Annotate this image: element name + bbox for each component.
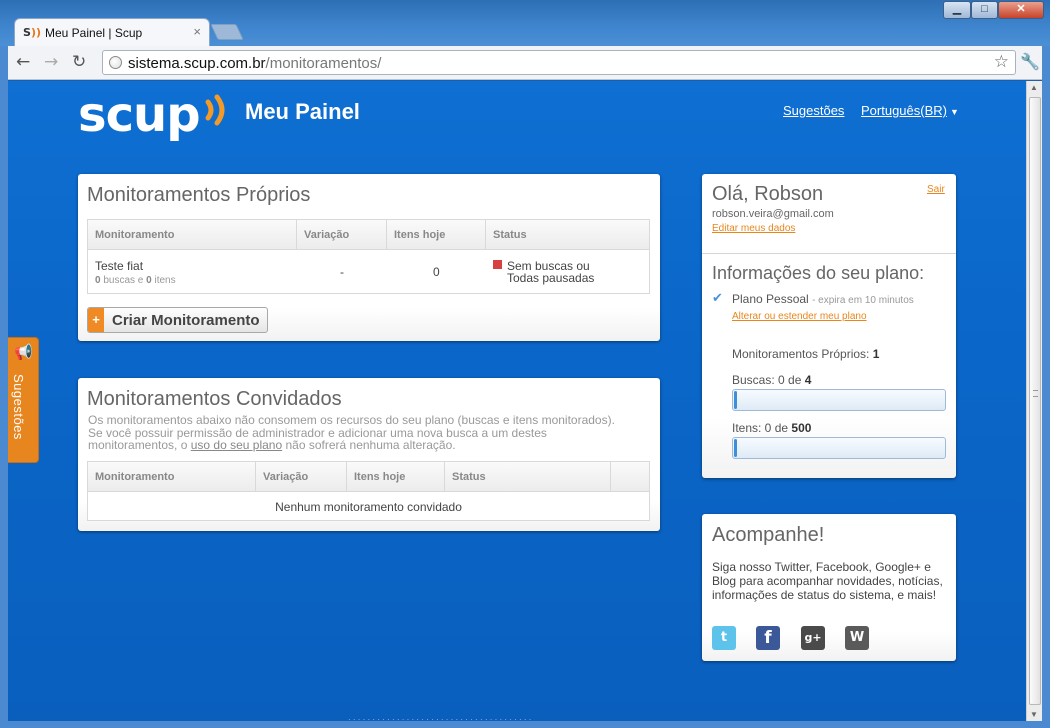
plus-icon: + [88, 308, 104, 332]
tab-close-icon[interactable]: × [193, 24, 201, 39]
caret-down-icon: ▼ [949, 107, 959, 117]
guest-monitorings-title: Monitoramentos Convidados [87, 388, 342, 410]
create-monitoring-button[interactable]: + Criar Monitoramento [87, 307, 268, 333]
searches-progress-fill [734, 391, 737, 409]
guest-monitorings-panel: Monitoramentos Convidados Os monitoramen… [78, 378, 660, 531]
back-arrow-icon[interactable]: ← [16, 52, 30, 72]
window-close-button[interactable]: ✕ [998, 1, 1044, 19]
page-viewport: scup Meu Painel Sugestões Português(BR) ▼… [8, 81, 1026, 721]
edit-profile-link[interactable]: Editar meus dados [712, 223, 795, 234]
own-monitorings-count: Monitoramentos Próprios: 1 [732, 347, 880, 361]
tab-title: Meu Painel | Scup [45, 26, 143, 40]
column-header-monitoramento[interactable]: Monitoramento [88, 462, 256, 492]
vertical-scrollbar[interactable]: ▲ ▼ [1026, 81, 1042, 721]
column-header-variacao[interactable]: Variação [297, 220, 387, 250]
logout-link[interactable]: Sair [927, 184, 945, 195]
plan-usage-link[interactable]: uso do seu plano [191, 438, 282, 452]
feedback-label: Sugestões [11, 374, 26, 440]
wordpress-icon[interactable]: W [845, 626, 869, 650]
forward-arrow-icon[interactable]: → [44, 52, 58, 72]
plan-info-title: Informações do seu plano: [712, 263, 925, 283]
table-header: Monitoramento Variação Itens hoje Status [88, 220, 649, 250]
bookmark-star-icon[interactable]: ☆ [994, 52, 1009, 72]
browser-titlebar: S)) Meu Painel | Scup × ▁ □ ✕ [0, 0, 1050, 46]
checkmark-icon: ✔ [712, 290, 723, 305]
page-title: Meu Painel [245, 99, 360, 124]
suggestions-link[interactable]: Sugestões [783, 103, 844, 118]
scroll-down-arrow-icon[interactable]: ▼ [1030, 710, 1038, 719]
scup-favicon-icon: S)) [23, 26, 41, 39]
monitoring-items-today: 0 [433, 265, 440, 279]
window-frame-right [1042, 46, 1050, 721]
scup-logo[interactable]: scup [78, 87, 201, 143]
language-selector[interactable]: Português(BR) ▼ [861, 103, 959, 118]
searches-progress-bar [732, 389, 946, 411]
column-header-itens-hoje[interactable]: Itens hoje [347, 462, 445, 492]
scup-waves-icon [205, 94, 225, 126]
globe-icon [109, 56, 122, 69]
window-frame-left [0, 46, 8, 721]
follow-description: Siga nosso Twitter, Facebook, Google+ e … [712, 560, 943, 602]
language-label: Português(BR) [861, 103, 947, 118]
account-panel: Olá, Robson robson.veira@gmail.com Edita… [702, 174, 956, 478]
scroll-thumb[interactable] [1029, 97, 1041, 705]
greeting: Olá, Robson [712, 183, 824, 205]
column-header-variacao[interactable]: Variação [256, 462, 347, 492]
facebook-icon[interactable]: f [756, 626, 780, 650]
items-progress-fill [734, 439, 737, 457]
status-red-square-icon [493, 260, 502, 269]
window-frame-bottom [0, 721, 1050, 728]
column-header-status[interactable]: Status [486, 220, 649, 250]
new-tab-button[interactable] [210, 24, 244, 40]
scroll-grip [1033, 390, 1038, 397]
column-header-status[interactable]: Status [445, 462, 611, 492]
own-monitorings-panel: Monitoramentos Próprios Monitoramento Va… [78, 174, 660, 341]
own-monitorings-title: Monitoramentos Próprios [87, 184, 311, 206]
create-monitoring-label: Criar Monitoramento [112, 312, 260, 329]
monitoring-status: Sem buscas ou Todas pausadas [493, 260, 594, 284]
guest-monitorings-description: Os monitoramentos abaixo não consomem os… [88, 413, 615, 452]
table-header: Monitoramento Variação Itens hoje Status [88, 462, 649, 492]
url-text: sistema.scup.com.br/monitoramentos/ [128, 55, 382, 72]
megaphone-icon: 📢 [14, 344, 33, 361]
monitoring-variation: - [340, 265, 344, 279]
column-header-itens-hoje[interactable]: Itens hoje [387, 220, 486, 250]
follow-title: Acompanhe! [712, 524, 825, 546]
divider [702, 253, 956, 254]
follow-panel: Acompanhe! Siga nosso Twitter, Facebook,… [702, 514, 956, 661]
change-plan-link[interactable]: Alterar ou estender meu plano [732, 311, 867, 322]
searches-usage: Buscas: 0 de 4 [732, 373, 812, 387]
twitter-icon[interactable]: t [712, 626, 736, 650]
monitoring-name-link[interactable]: Teste fiat [95, 259, 143, 273]
monitoring-summary: 0 buscas e 0 itens [95, 275, 176, 286]
own-monitorings-table: Monitoramento Variação Itens hoje Status… [87, 219, 650, 294]
column-header-monitoramento[interactable]: Monitoramento [88, 220, 297, 250]
browser-tab[interactable]: S)) Meu Painel | Scup × [14, 18, 210, 46]
feedback-side-tab[interactable]: 📢 Sugestões [8, 337, 39, 463]
google-plus-icon[interactable]: g+ [801, 626, 825, 650]
address-bar[interactable]: sistema.scup.com.br/monitoramentos/ ☆ [102, 50, 1016, 75]
window-minimize-button[interactable]: ▁ [943, 1, 971, 19]
items-usage: Itens: 0 de 500 [732, 421, 812, 435]
reload-icon[interactable]: ↻ [72, 52, 86, 72]
empty-table-message: Nenhum monitoramento convidado [275, 500, 462, 514]
plan-name: Plano Pessoal - expira em 10 minutos [732, 292, 914, 306]
user-email: robson.veira@gmail.com [712, 208, 834, 220]
guest-monitorings-table: Monitoramento Variação Itens hoje Status… [87, 461, 650, 521]
window-maximize-button[interactable]: □ [971, 1, 998, 19]
scroll-up-arrow-icon[interactable]: ▲ [1030, 83, 1038, 92]
items-progress-bar [732, 437, 946, 459]
browser-toolbar: ← → ↻ sistema.scup.com.br/monitoramentos… [8, 46, 1042, 80]
wrench-icon[interactable]: 🔧 [1020, 52, 1040, 72]
